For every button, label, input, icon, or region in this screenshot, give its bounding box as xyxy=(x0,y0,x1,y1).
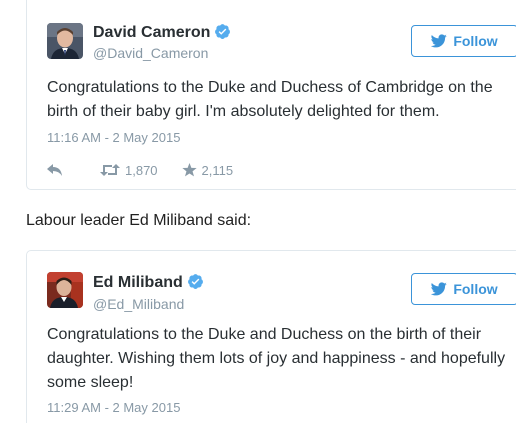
tweet-timestamp[interactable]: 11:16 AM - 2 May 2015 xyxy=(47,130,180,146)
tweet-card-miliband: Ed Miliband @Ed_Miliband Follow Congratu… xyxy=(26,250,516,423)
favorite-button[interactable]: 2,115 xyxy=(181,162,234,178)
avatar-portrait-icon xyxy=(47,272,83,308)
star-icon xyxy=(181,163,197,177)
article-page: David Cameron @David_Cameron Follow Cong… xyxy=(0,0,516,423)
avatar[interactable] xyxy=(47,23,83,59)
handle[interactable]: @Ed_Miliband xyxy=(93,295,184,313)
tweet-card-cameron: David Cameron @David_Cameron Follow Cong… xyxy=(26,0,516,190)
display-name-text: Ed Miliband xyxy=(93,274,183,291)
avatar[interactable] xyxy=(47,272,83,308)
reply-button[interactable] xyxy=(47,163,68,177)
handle[interactable]: @David_Cameron xyxy=(93,44,208,62)
favorite-count: 2,115 xyxy=(201,162,234,178)
article-paragraph: Labour leader Ed Miliband said: xyxy=(26,212,252,229)
avatar-portrait-icon xyxy=(47,23,83,59)
tweet-actions: 1,870 2,115 xyxy=(47,160,257,180)
follow-button-label: Follow xyxy=(453,33,498,49)
tweet-timestamp[interactable]: 11:29 AM - 2 May 2015 xyxy=(47,400,180,416)
reply-icon xyxy=(47,164,62,176)
tweet-text: Congratulations to the Duke and Duchess … xyxy=(47,79,493,120)
follow-button[interactable]: Follow xyxy=(411,25,516,57)
display-name[interactable]: Ed Miliband xyxy=(93,273,204,293)
verified-badge-icon xyxy=(187,274,203,289)
follow-button-label: Follow xyxy=(453,281,498,297)
tweet-text: Congratulations to the Duke and Duchess … xyxy=(47,326,506,391)
retweet-button[interactable]: 1,870 xyxy=(100,163,158,178)
display-name-text: David Cameron xyxy=(93,24,211,41)
follow-button[interactable]: Follow xyxy=(411,273,516,305)
retweet-count: 1,870 xyxy=(125,162,158,178)
twitter-bird-icon xyxy=(431,34,448,48)
retweet-icon xyxy=(100,164,120,176)
verified-badge-icon xyxy=(215,24,231,39)
twitter-bird-icon xyxy=(431,282,448,296)
display-name[interactable]: David Cameron xyxy=(93,23,231,43)
